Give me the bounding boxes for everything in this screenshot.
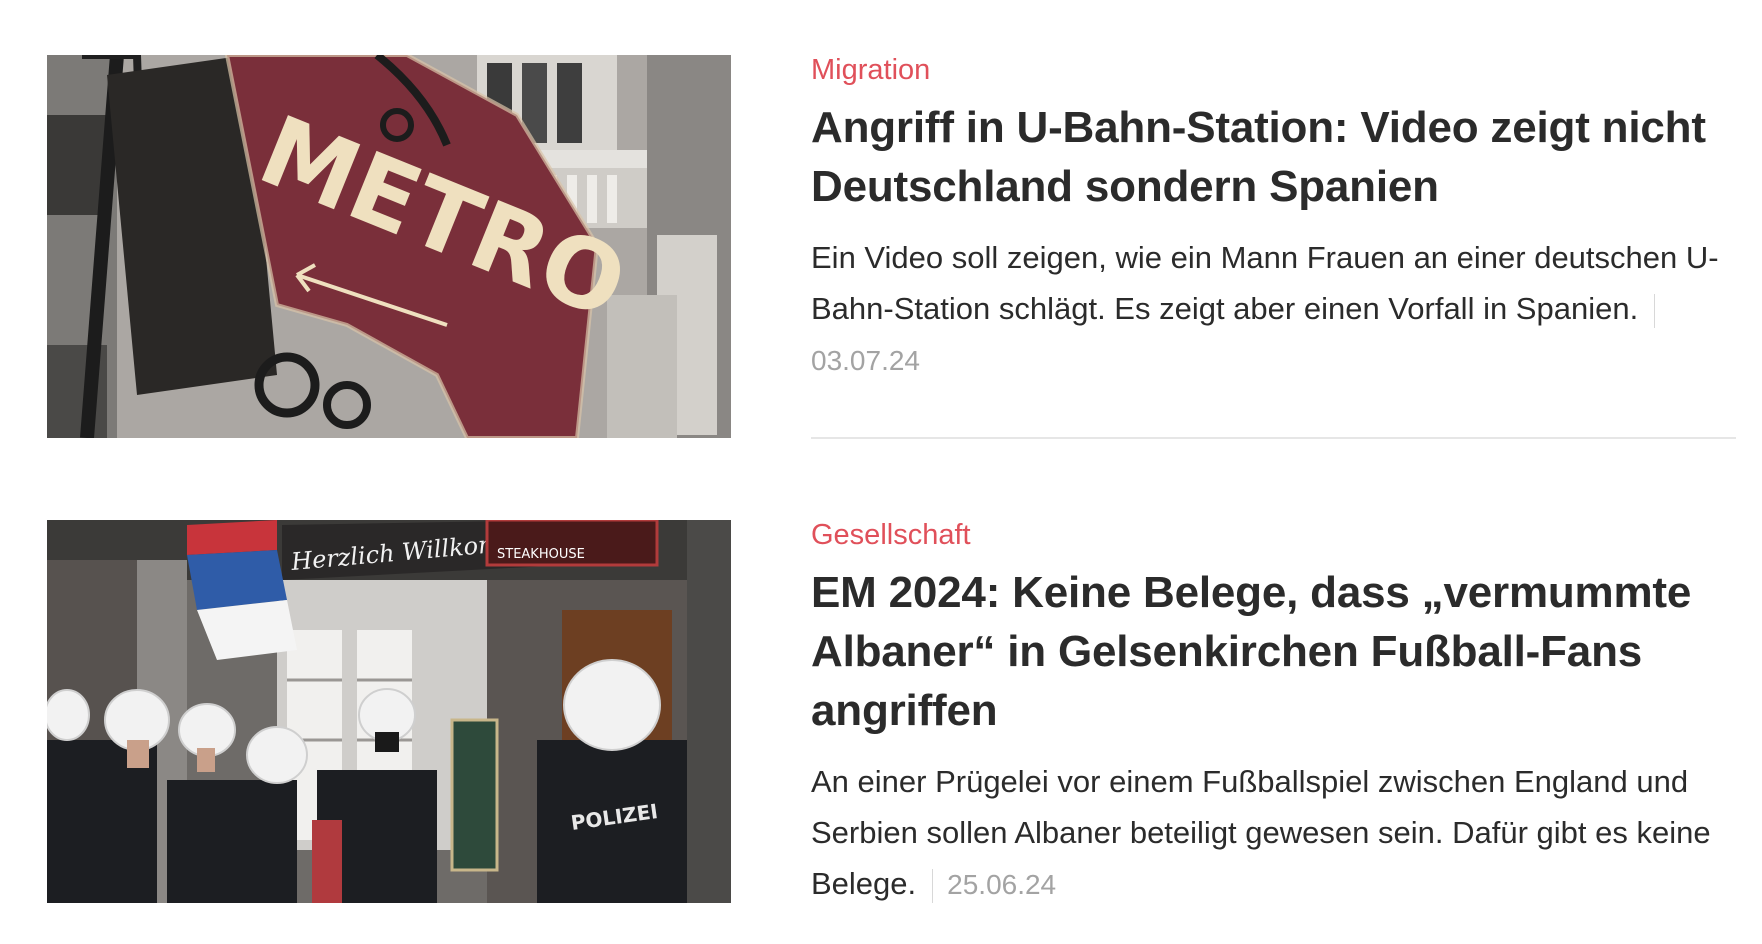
article-image-police[interactable]: Herzlich Willkommen STEAKHOUSE POLIZEI	[47, 520, 731, 903]
article-card: Herzlich Willkommen STEAKHOUSE POLIZEI G…	[0, 460, 1762, 944]
article-text: Migration Angriff in U-Bahn-Station: Vid…	[811, 48, 1736, 386]
article-headline[interactable]: Angriff in U-Bahn-Station: Video zeigt n…	[811, 98, 1736, 216]
article-date: 25.06.24	[947, 869, 1057, 900]
category-link[interactable]: Gesellschaft	[811, 513, 971, 557]
category-link[interactable]: Migration	[811, 48, 930, 92]
steakhouse-text: STEAKHOUSE	[497, 547, 585, 562]
teaser-text: An einer Prügelei vor einem Fußballspiel…	[811, 764, 1711, 901]
article-image-metro[interactable]: METRO	[47, 55, 731, 438]
article-date: 03.07.24	[811, 345, 920, 376]
article-divider	[811, 437, 1736, 439]
article-card: METRO Migration Angriff in U-Bahn-Statio…	[0, 0, 1762, 440]
article-headline[interactable]: EM 2024: Keine Belege, dass „vermummte A…	[811, 563, 1736, 740]
article-text: Gesellschaft EM 2024: Keine Belege, dass…	[811, 513, 1736, 910]
teaser-text: Ein Video soll zeigen, wie ein Mann Frau…	[811, 240, 1719, 326]
article-teaser: Ein Video soll zeigen, wie ein Mann Frau…	[811, 232, 1736, 386]
article-teaser: An einer Prügelei vor einem Fußballspiel…	[811, 756, 1736, 910]
metro-photo: METRO	[47, 55, 731, 438]
date-separator	[932, 868, 934, 903]
police-photo: Herzlich Willkommen STEAKHOUSE POLIZEI	[47, 520, 731, 903]
date-separator	[1654, 293, 1656, 328]
